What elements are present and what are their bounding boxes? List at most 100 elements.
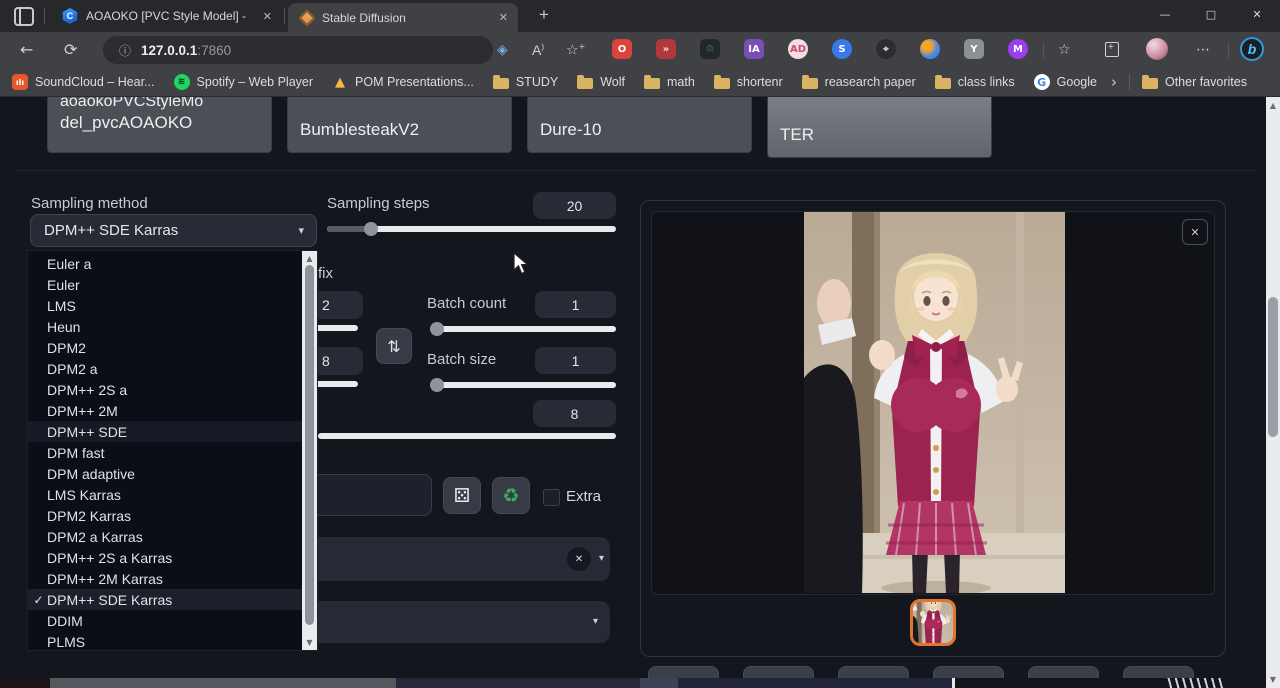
sampler-option[interactable]: DPM++ 2M Karras [28,568,317,589]
scrollbar-thumb[interactable] [305,265,314,625]
thumbnail-selected[interactable] [910,599,956,646]
scrollbar-thumb[interactable] [1268,297,1278,437]
seed-input[interactable] [300,474,432,516]
styles-dropdown[interactable]: ✕ ▾ [300,537,610,581]
add-favorite-icon[interactable]: ☆+ [566,42,585,59]
workspaces-icon[interactable] [14,7,34,26]
script-dropdown[interactable]: ▾ [300,601,610,643]
bookmark-item[interactable]: STUDY [493,75,558,89]
opera-extension-icon[interactable]: O [612,39,632,59]
sampler-option[interactable]: DPM++ 2S a [28,379,317,400]
bookmark-item[interactable]: ▲POM Presentations... [332,74,474,90]
model-card[interactable]: TER [767,97,992,158]
sampler-option[interactable]: DPM2 a [28,358,317,379]
fastforward-extension-icon[interactable]: » [656,39,676,59]
bookmark-item[interactable]: reasearch paper [802,75,916,89]
back-icon[interactable]: ← [20,40,33,59]
bookmark-item[interactable]: shortenr [714,75,783,89]
scroll-up-icon[interactable]: ▲ [1266,101,1280,110]
other-favorites-button[interactable]: Other favorites [1142,75,1247,89]
cfg-scale-slider[interactable] [318,433,616,439]
scroll-down-icon[interactable]: ▼ [302,638,317,647]
read-aloud-icon[interactable]: A) [532,42,544,58]
ia-extension-icon[interactable]: IA [744,39,764,59]
collections-icon[interactable] [1105,42,1119,57]
horizontal-scrollbar-thumb[interactable] [50,678,396,688]
close-image-button[interactable]: ✕ [1182,219,1208,245]
sampler-option[interactable]: DPM++ SDE [28,421,317,442]
clear-styles-button[interactable]: ✕ [567,547,591,571]
model-card[interactable]: BumblesteakV2 [287,97,512,153]
settings-dots-icon[interactable]: ⋯ [1196,42,1210,58]
batch-count-slider[interactable] [430,326,616,332]
sampler-option[interactable]: DPM++ 2M [28,400,317,421]
favorites-icon[interactable]: ☆ [1058,42,1071,58]
generated-image[interactable] [804,211,1065,593]
reuse-seed-button[interactable]: ♻ [492,477,530,514]
slider-thumb[interactable] [364,222,378,236]
bookmark-item[interactable]: ılıSoundCloud – Hear... [12,74,155,90]
dropdown-scrollbar[interactable]: ▲ ▼ [302,251,317,650]
cfg-scale-input[interactable]: 8 [533,400,616,427]
model-card[interactable]: Dure-10 [527,97,752,153]
sampling-method-select[interactable]: DPM++ SDE Karras ▾ [30,214,317,247]
extra-checkbox[interactable] [543,489,560,506]
sampler-option[interactable]: DPM2 a Karras [28,526,317,547]
window-minimize-button[interactable]: — [1157,8,1173,21]
batch-size-slider[interactable] [430,382,616,388]
tab-stable-diffusion[interactable]: Stable Diffusion ✕ [288,3,518,32]
sampler-option[interactable]: DPM2 Karras [28,505,317,526]
tab-close-icon[interactable]: ✕ [253,10,282,23]
random-seed-button[interactable]: ⚄ [443,477,481,514]
ad-extension-icon[interactable]: AD [788,39,808,59]
window-maximize-button[interactable]: □ [1203,8,1219,21]
sampler-option[interactable]: Heun [28,316,317,337]
sampler-option[interactable]: Euler a [28,253,317,274]
address-bar[interactable]: ⓘ 127.0.0.1 :7860 [103,36,493,64]
sampler-option[interactable]: Euler [28,274,317,295]
globe-extension-icon[interactable] [920,39,940,59]
model-card[interactable]: aoaokoPVCStyleModel_pvcAOAOKO [47,97,272,153]
new-tab-button[interactable]: + [533,5,555,25]
sampler-option[interactable]: DDIM [28,610,317,631]
sampling-steps-input[interactable]: 20 [533,192,616,219]
batch-count-input[interactable]: 1 [535,291,616,318]
batch-size-input[interactable]: 1 [535,347,616,374]
shazam-extension-icon[interactable]: S [832,39,852,59]
site-info-icon[interactable]: ⓘ [119,42,131,59]
swap-dimensions-button[interactable]: ⇅ [376,328,412,364]
sampling-steps-slider[interactable] [327,226,616,232]
sampler-option[interactable]: LMS Karras [28,484,317,505]
bookmarks-overflow-icon[interactable]: › [1111,73,1117,91]
bookmark-item[interactable]: math [644,75,695,89]
width-slider-fragment[interactable] [318,325,358,331]
page-scrollbar[interactable]: ▲ ▼ [1266,97,1280,688]
scroll-up-icon[interactable]: ▲ [302,254,317,263]
slider-thumb[interactable] [430,322,444,336]
bookmark-item[interactable]: Wolf [577,75,625,89]
sampler-option[interactable]: DPM fast [28,442,317,463]
trash-extension-icon[interactable]: ♲ [700,39,720,59]
tab-close-icon[interactable]: ✕ [489,11,518,24]
bing-chat-icon[interactable]: b [1240,37,1264,61]
bookmark-item[interactable]: class links [935,75,1015,89]
sampler-option[interactable]: ✓DPM++ SDE Karras [28,589,317,610]
height-slider-fragment[interactable] [318,381,358,387]
height-input-fragment[interactable]: 8 [318,347,363,375]
sampler-option[interactable]: DPM2 [28,337,317,358]
sampler-option[interactable]: DPM++ 2S a Karras [28,547,317,568]
refresh-icon[interactable]: ⟳ [64,40,77,59]
slider-thumb[interactable] [430,378,444,392]
window-close-button[interactable]: ✕ [1249,8,1265,21]
width-input-fragment[interactable]: 2 [318,291,363,319]
sampler-option[interactable]: LMS [28,295,317,316]
sampler-option[interactable]: DPM adaptive [28,463,317,484]
sampler-option[interactable]: PLMS [28,631,317,652]
bookmark-item[interactable]: GGoogle [1034,74,1097,90]
tab-civitai[interactable]: C AOAOKO [PVC Style Model] - PV ✕ [50,0,282,32]
tag-icon[interactable]: ◈ [497,42,508,58]
scroll-down-icon[interactable]: ▼ [1266,675,1280,684]
profile-avatar[interactable] [1146,38,1168,60]
pin-extension-icon[interactable]: ⌖ [876,39,896,59]
y-extension-icon[interactable]: Y [964,39,984,59]
